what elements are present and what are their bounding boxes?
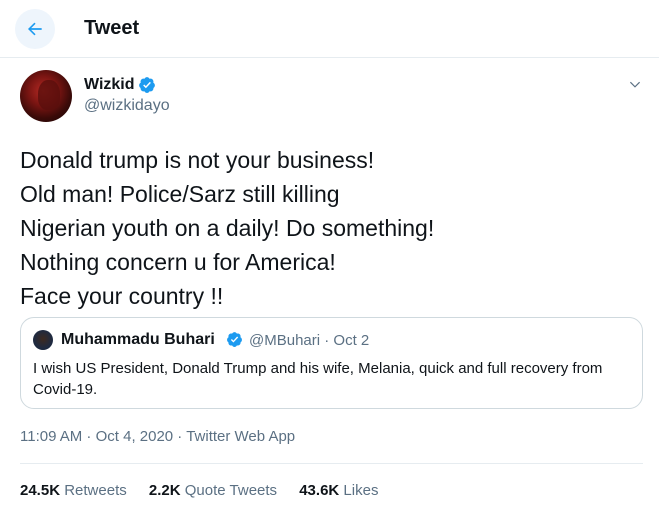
- quoted-author-avatar: [33, 330, 53, 350]
- likes-stat[interactable]: 43.6K Likes: [299, 482, 378, 499]
- quoted-author-name: Muhammadu Buhari: [61, 331, 215, 348]
- retweets-label: Retweets: [64, 482, 127, 499]
- tweet-line: Face your country !!: [20, 283, 224, 309]
- retweets-count: 24.5K: [20, 482, 61, 499]
- author-avatar[interactable]: [20, 70, 72, 122]
- author-handle[interactable]: @wizkidayo: [84, 97, 170, 115]
- chevron-down-icon[interactable]: [626, 76, 644, 94]
- tweet-line: Donald trump is not your business!: [20, 147, 375, 173]
- likes-count: 43.6K: [299, 482, 340, 499]
- verified-badge-icon: [227, 332, 242, 347]
- verified-badge-icon: [139, 77, 155, 93]
- quote-tweets-label: Quote Tweets: [184, 482, 278, 499]
- quoted-author-handle-date: @MBuhari · Oct 2: [249, 332, 370, 349]
- page-title: Tweet: [84, 17, 140, 39]
- tweet-line: Old man! Police/Sarz still killing: [20, 181, 340, 207]
- back-arrow-icon: [28, 22, 42, 36]
- tweet-line: Nigerian youth on a daily! Do something!: [20, 215, 435, 241]
- quoted-tweet[interactable]: Muhammadu Buhari @MBuhari · Oct 2 I wish…: [20, 317, 643, 409]
- engagement-stats: 24.5K Retweets 2.2K Quote Tweets 43.6K L…: [20, 482, 396, 499]
- tweet-text: Donald trump is not your business! Old m…: [20, 143, 640, 313]
- likes-label: Likes: [343, 482, 379, 499]
- quote-tweets-stat[interactable]: 2.2K Quote Tweets: [149, 482, 277, 499]
- top-bar: Tweet: [0, 0, 659, 58]
- quote-tweets-count: 2.2K: [148, 482, 181, 499]
- tweet-timestamp[interactable]: 11:09 AM · Oct 4, 2020 · Twitter Web App: [20, 428, 295, 445]
- quoted-tweet-text: I wish US President, Donald Trump and hi…: [33, 360, 603, 398]
- back-button[interactable]: [15, 9, 55, 49]
- divider: [20, 463, 643, 464]
- retweets-stat[interactable]: 24.5K Retweets: [20, 482, 127, 499]
- tweet-line: Nothing concern u for America!: [20, 249, 336, 275]
- author-name[interactable]: Wizkid: [84, 76, 135, 94]
